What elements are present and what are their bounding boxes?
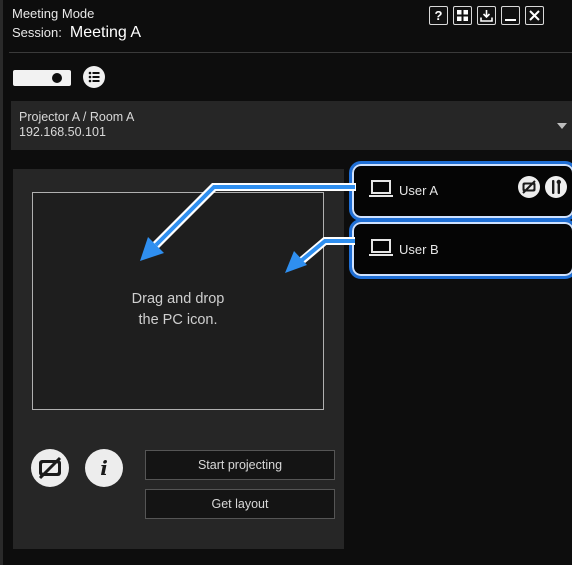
list-icon[interactable] bbox=[83, 66, 105, 88]
info-icon: i bbox=[100, 456, 108, 480]
layout-button[interactable] bbox=[453, 6, 472, 25]
close-button[interactable] bbox=[525, 6, 544, 25]
session-row: Session: Meeting A bbox=[12, 24, 141, 42]
close-icon bbox=[529, 10, 540, 21]
minimize-icon bbox=[505, 19, 516, 21]
projector-icon[interactable] bbox=[13, 70, 71, 86]
projector-ip: 192.168.50.101 bbox=[19, 125, 106, 139]
no-signal-button[interactable] bbox=[31, 449, 69, 487]
laptop-icon bbox=[369, 239, 393, 256]
meeting-mode-window: Meeting Mode Session: Meeting A ? Projec… bbox=[0, 0, 572, 565]
user-card-user-a[interactable]: User A bbox=[349, 161, 572, 221]
help-button[interactable]: ? bbox=[429, 6, 448, 25]
projector-name: Projector A / Room A bbox=[19, 110, 135, 124]
layout-panel: Drag and drop the PC icon. i Start proje… bbox=[13, 169, 344, 549]
help-icon: ? bbox=[434, 8, 443, 23]
info-button[interactable]: i bbox=[85, 449, 123, 487]
chevron-down-icon bbox=[557, 123, 567, 129]
minimize-button[interactable] bbox=[501, 6, 520, 25]
no-signal-icon[interactable] bbox=[518, 176, 540, 198]
download-button[interactable] bbox=[477, 6, 496, 25]
get-layout-button[interactable]: Get layout bbox=[145, 489, 335, 519]
tools-icon[interactable] bbox=[545, 176, 567, 198]
no-signal-icon bbox=[31, 449, 69, 487]
title-divider bbox=[9, 52, 572, 53]
user-name: User B bbox=[399, 242, 439, 257]
session-label: Session: bbox=[12, 25, 62, 40]
mode-title: Meeting Mode bbox=[12, 6, 95, 21]
drop-zone[interactable]: Drag and drop the PC icon. bbox=[32, 192, 324, 410]
user-card-user-b[interactable]: User B bbox=[349, 219, 572, 279]
session-name: Meeting A bbox=[69, 24, 142, 41]
start-projecting-button[interactable]: Start projecting bbox=[145, 450, 335, 480]
download-icon bbox=[480, 10, 493, 22]
grid-icon bbox=[457, 10, 468, 21]
projector-select[interactable]: Projector A / Room A 192.168.50.101 bbox=[11, 101, 572, 150]
drop-hint: Drag and drop the PC icon. bbox=[131, 291, 225, 328]
laptop-icon bbox=[369, 180, 393, 197]
user-name: User A bbox=[399, 183, 439, 198]
